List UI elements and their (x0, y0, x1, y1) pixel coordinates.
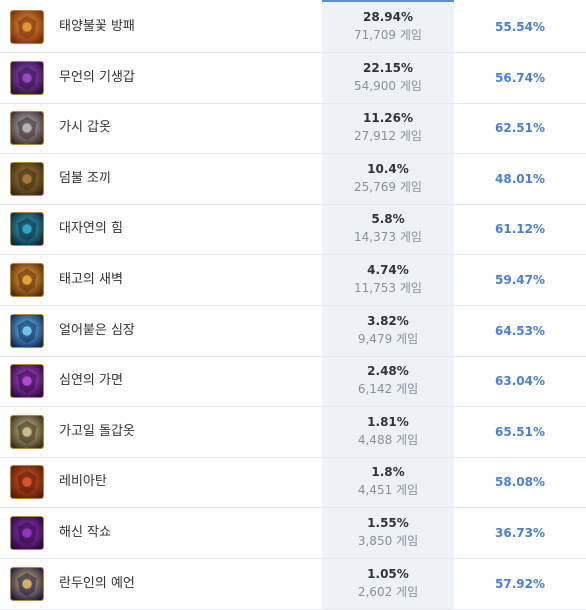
pick-rate: 1.8% (371, 465, 405, 480)
games-unit: 게임 (399, 179, 422, 194)
games-count: 3,850 게임 (322, 534, 454, 549)
table-row[interactable]: 얼어붙은 심장 3.82% 9,479 게임 64.53% (0, 306, 586, 357)
games-count: 4,488 게임 (322, 433, 454, 448)
games-count: 71,709 게임 (322, 28, 454, 43)
win-rate: 55.54% (495, 20, 545, 34)
item-name[interactable]: 가시 갑옷 (59, 103, 111, 153)
games-unit: 게임 (396, 382, 419, 397)
table-row[interactable]: 가시 갑옷 11.26% 27,912 게임 62.51% (0, 103, 586, 155)
pick-rate: 2.48% (367, 364, 409, 379)
win-rate: 61.12% (495, 222, 545, 237)
games-unit: 게임 (396, 584, 419, 599)
games-count: 6,142 게임 (322, 382, 454, 397)
win-rate: 64.53% (495, 323, 545, 338)
pick-rate: 4.74% (367, 263, 409, 277)
thornmail-icon[interactable] (10, 111, 44, 146)
games-unit: 게임 (396, 331, 419, 346)
games-number: 4,488 (357, 432, 393, 447)
gargoyle-stoneplate-icon[interactable] (10, 414, 44, 449)
table-row[interactable]: 가고일 돌갑옷 1.81% 4,488 게임 65.51% (0, 407, 586, 458)
pick-rate: 28.94% (363, 10, 413, 24)
games-number: 54,900 (354, 78, 397, 93)
item-name[interactable]: 가고일 돌갑옷 (59, 407, 135, 457)
win-rate: 57.92% (495, 576, 545, 591)
win-rate: 62.51% (495, 121, 545, 136)
pick-rate: 10.4% (367, 161, 409, 176)
games-number: 6,142 (357, 382, 393, 397)
item-name[interactable]: 레비아탄 (59, 457, 107, 507)
item-name[interactable]: 태양불꽃 방패 (59, 2, 135, 52)
win-rate: 58.08% (495, 475, 545, 490)
item-name[interactable]: 란두인의 예언 (59, 559, 135, 609)
table-row[interactable]: 심연의 가면 2.48% 6,142 게임 63.04% (0, 356, 586, 408)
games-number: 11,753 (354, 281, 397, 295)
games-number: 3,850 (357, 534, 393, 548)
item-name[interactable]: 심연의 가면 (59, 356, 123, 406)
games-number: 2,602 (357, 584, 393, 599)
games-unit: 게임 (396, 432, 419, 447)
games-number: 27,912 (354, 129, 397, 144)
table-row[interactable]: 무언의 기생갑 22.15% 54,900 게임 56.74% (0, 53, 586, 104)
win-rate: 56.74% (495, 70, 545, 85)
abyssal-mask-icon[interactable] (10, 364, 44, 399)
item-name[interactable]: 얼어붙은 심장 (59, 306, 135, 356)
item-name[interactable]: 덤불 조끼 (59, 154, 111, 204)
games-count: 27,912 게임 (322, 129, 454, 144)
games-unit: 게임 (399, 78, 422, 93)
table-row[interactable]: 해신 작쇼 1.55% 3,850 게임 36.73% (0, 508, 586, 559)
jaksho-icon[interactable] (10, 516, 44, 550)
sunfire-aegis-icon[interactable] (10, 10, 44, 44)
games-count: 14,373 게임 (322, 230, 454, 245)
games-unit: 게임 (399, 230, 422, 245)
bramble-vest-icon[interactable] (10, 161, 44, 196)
win-rate: 59.47% (495, 273, 545, 287)
item-name[interactable]: 대자연의 힘 (59, 204, 123, 254)
games-unit: 게임 (399, 281, 422, 295)
dawncore-icon[interactable] (10, 263, 44, 297)
games-number: 25,769 (354, 179, 397, 194)
unending-despair-icon[interactable] (10, 60, 44, 95)
games-count: 4,451 게임 (322, 483, 454, 498)
pick-rate: 1.81% (367, 414, 409, 429)
frozen-heart-icon[interactable] (10, 313, 44, 348)
games-number: 71,709 (354, 28, 397, 42)
win-rate: 65.51% (495, 424, 545, 439)
games-count: 9,479 게임 (322, 332, 454, 347)
pick-rate: 11.26% (363, 111, 413, 126)
games-count: 2,602 게임 (322, 585, 454, 600)
force-of-nature-icon[interactable] (10, 212, 44, 247)
item-name[interactable]: 해신 작쇼 (59, 508, 111, 558)
games-number: 9,479 (357, 331, 393, 346)
table-row[interactable]: 란두인의 예언 1.05% 2,602 게임 57.92% (0, 559, 586, 610)
pick-rate: 3.82% (367, 313, 409, 328)
table-row[interactable]: 대자연의 힘 5.8% 14,373 게임 61.12% (0, 204, 586, 256)
win-rate: 36.73% (495, 526, 545, 540)
games-number: 4,451 (357, 483, 393, 498)
table-row[interactable]: 태고의 새벽 4.74% 11,753 게임 59.47% (0, 255, 586, 306)
games-number: 14,373 (354, 230, 397, 245)
games-unit: 게임 (396, 483, 419, 498)
games-count: 25,769 게임 (322, 180, 454, 195)
pick-rate: 1.55% (367, 516, 409, 530)
pick-rate: 5.8% (371, 212, 405, 227)
table-row[interactable]: 태양불꽃 방패 28.94% 71,709 게임 55.54% (0, 2, 586, 53)
item-name[interactable]: 무언의 기생갑 (59, 53, 135, 103)
table-row[interactable]: 덤불 조끼 10.4% 25,769 게임 48.01% (0, 154, 586, 205)
games-unit: 게임 (399, 129, 422, 144)
pick-rate: 22.15% (363, 60, 413, 75)
win-rate: 63.04% (495, 374, 545, 389)
item-stats-table: 태양불꽃 방패 28.94% 71,709 게임 55.54% 무언의 기생갑 22.15… (0, 0, 586, 610)
games-count: 54,900 게임 (322, 79, 454, 94)
games-unit: 게임 (399, 28, 422, 42)
table-row[interactable]: 레비아탄 1.8% 4,451 게임 58.08% (0, 457, 586, 509)
games-count: 11,753 게임 (322, 281, 454, 296)
item-name[interactable]: 태고의 새벽 (59, 255, 123, 305)
randuins-omen-icon[interactable] (10, 566, 44, 601)
win-rate: 48.01% (495, 171, 545, 186)
pick-rate: 1.05% (367, 566, 409, 581)
leviathan-icon[interactable] (10, 465, 44, 500)
games-unit: 게임 (396, 534, 419, 548)
